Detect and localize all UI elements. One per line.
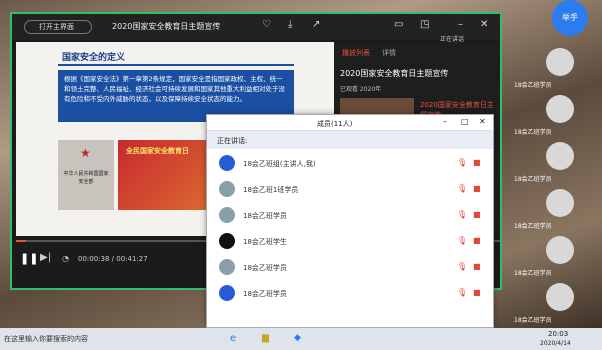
mic-icon[interactable]: 🎙 <box>457 210 467 219</box>
member-row: 18会乙班学生 🎙 ■ <box>207 229 493 255</box>
mic-icon[interactable]: 🎙 <box>457 236 467 245</box>
plaque-image: ★ 中华人民共和国国家安全部 <box>58 140 114 210</box>
playlist-item-title[interactable]: 2020国家安全教育日主题宣传 <box>340 68 448 79</box>
member-name: 18会乙班学员 <box>243 290 287 298</box>
minimize-icon[interactable]: – <box>443 117 447 126</box>
heart-icon[interactable]: ♡ <box>262 19 271 30</box>
members-title-bar: 成员(11人) – □ ✕ <box>207 115 493 131</box>
maximize-icon[interactable]: □ <box>461 117 469 126</box>
member-name: 18会乙班1班学员 <box>243 186 299 194</box>
volume-icon[interactable]: ◔ <box>62 254 69 263</box>
minimize-icon[interactable]: – <box>458 19 463 30</box>
camera-icon[interactable]: ■ <box>473 288 481 297</box>
time-display: 00:00:38 / 00:41:27 <box>78 255 148 263</box>
avatar <box>546 189 574 217</box>
video-tiles-column: 举手 18会乙班学员 18会乙班学员 18会乙班学员 18会乙班学员 18会乙班学员 18… <box>510 0 602 328</box>
raise-hand-button[interactable]: 举手 <box>552 0 588 36</box>
heading-rule <box>58 64 294 66</box>
camera-icon[interactable]: ■ <box>473 184 481 193</box>
avatar <box>546 142 574 170</box>
video-tile[interactable]: 18会乙班学员 <box>510 232 602 286</box>
video-tile[interactable]: 18会乙班学员 <box>510 279 602 333</box>
video-tile[interactable]: 18会乙班学员 <box>510 44 602 98</box>
member-name: 18会乙班组(主讲人,我) <box>243 160 316 168</box>
plaque-text: 中华人民共和国国家安全部 <box>63 171 109 185</box>
mic-icon[interactable]: 🎙 <box>457 184 467 193</box>
pause-icon[interactable]: ❚❚ <box>20 252 38 265</box>
avatar <box>219 155 235 171</box>
mic-icon[interactable]: 🎙 <box>457 158 467 167</box>
banner-text: 全民国家安全教育日 <box>126 147 189 155</box>
edge-icon[interactable]: e <box>230 333 236 344</box>
next-icon[interactable]: ▶| <box>40 252 51 263</box>
speaking-label: 正在讲话: <box>217 137 248 145</box>
player-title: 2020国家安全教育日主题宣传 <box>112 22 221 31</box>
avatar <box>219 285 235 301</box>
mic-icon[interactable]: 🎙 <box>457 262 467 271</box>
speaking-bar: 正在讲话: <box>207 131 493 149</box>
avatar <box>219 259 235 275</box>
members-title: 成员(11人) <box>317 120 353 128</box>
dingtalk-icon[interactable]: ◆ <box>294 333 301 343</box>
share-icon[interactable]: ↗ <box>312 19 320 30</box>
emblem-icon: ★ <box>80 146 91 160</box>
open-main-button[interactable]: 打开主界面 <box>24 20 92 34</box>
member-name: 18会乙班学员 <box>243 212 287 220</box>
camera-icon[interactable]: ■ <box>473 236 481 245</box>
clock-time: 20:03 <box>548 330 569 338</box>
player-title-bar: 打开主界面 2020国家安全教育日主题宣传 ♡ ⤓ ↗ ▭ ◳ – ✕ <box>12 14 500 40</box>
window-icon[interactable]: ▭ <box>394 19 403 30</box>
pip-icon[interactable]: ◳ <box>420 19 429 30</box>
avatar <box>546 283 574 311</box>
taskbar: 在这里输入你要搜索的内容 e ▆ ◆ 20:03 2020/4/14 <box>0 328 602 350</box>
avatar <box>219 233 235 249</box>
video-tile[interactable]: 18会乙班学员 <box>510 138 602 192</box>
clock-date: 2020/4/14 <box>540 340 571 347</box>
avatar <box>219 181 235 197</box>
camera-icon[interactable]: ■ <box>473 210 481 219</box>
progress-fill <box>16 240 26 242</box>
member-name: 18会乙班学生 <box>243 238 287 246</box>
members-window: 成员(11人) – □ ✕ 正在讲话: 18会乙班组(主讲人,我) 🎙 ■ 18会乙班… <box>206 114 494 328</box>
member-row: 18会乙班组(主讲人,我) 🎙 ■ <box>207 151 493 177</box>
member-row: 18会乙班学员 🎙 ■ <box>207 203 493 229</box>
download-icon[interactable]: ⤓ <box>288 19 292 30</box>
avatar <box>546 48 574 76</box>
camera-icon[interactable]: ■ <box>473 158 481 167</box>
playlist-item-sub: 已观看 2020年 <box>340 86 382 93</box>
mic-icon[interactable]: 🎙 <box>457 288 467 297</box>
search-box[interactable]: 在这里输入你要搜索的内容 <box>4 334 88 344</box>
tab-detail[interactable]: 详情 <box>382 48 396 58</box>
member-name: 18会乙班学员 <box>243 264 287 272</box>
camera-icon[interactable]: ■ <box>473 262 481 271</box>
video-tile[interactable]: 18会乙班学员 <box>510 91 602 145</box>
slide-heading: 国家安全的定义 <box>62 53 126 63</box>
member-row: 18会乙班学员 🎙 ■ <box>207 281 493 307</box>
close-icon[interactable]: ✕ <box>480 19 488 30</box>
member-row: 18会乙班学员 🎙 ■ <box>207 255 493 281</box>
folder-icon[interactable]: ▆ <box>262 333 269 343</box>
avatar <box>546 236 574 264</box>
avatar <box>546 95 574 123</box>
video-tile[interactable]: 18会乙班学员 <box>510 185 602 239</box>
member-row: 18会乙班1班学员 🎙 ■ <box>207 177 493 203</box>
tab-playlist[interactable]: 播放列表 <box>342 48 370 58</box>
close-icon[interactable]: ✕ <box>479 117 486 126</box>
avatar <box>219 207 235 223</box>
